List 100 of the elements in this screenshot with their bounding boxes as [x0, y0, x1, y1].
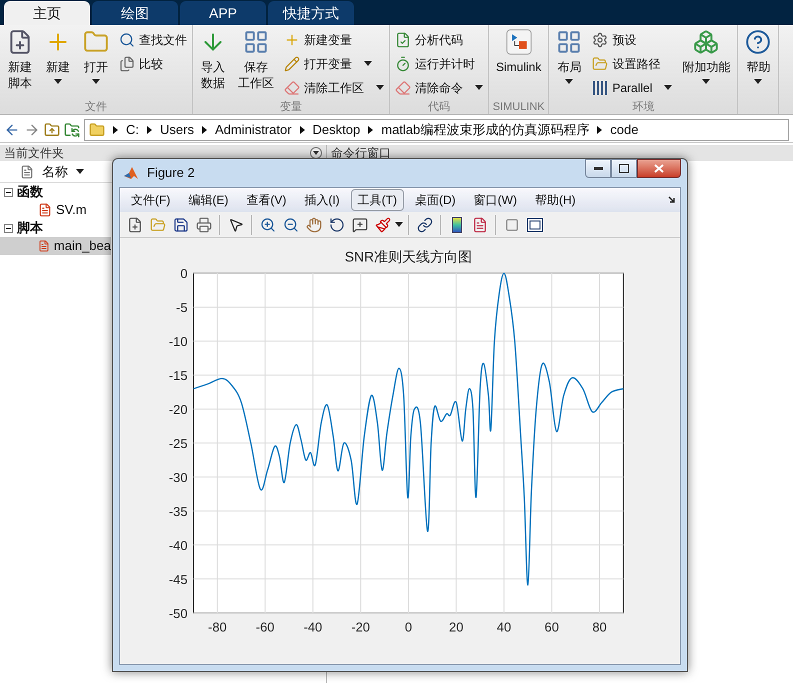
- folder-up-icon: [44, 122, 60, 138]
- menu-item[interactable]: 编辑(E): [181, 189, 236, 211]
- layout-grid-icon: [556, 29, 582, 55]
- column-title: 名称: [42, 162, 68, 181]
- ribbon-button[interactable]: 运行并计时: [392, 53, 486, 74]
- axis-tick-label: -40: [304, 620, 322, 635]
- ribbon-button[interactable]: 新建: [40, 29, 76, 100]
- menu-item[interactable]: 帮助(H): [528, 189, 583, 211]
- path-segment[interactable]: C:: [126, 120, 139, 140]
- group-label: 代码: [427, 100, 451, 114]
- ribbon-button[interactable]: Simulink: [491, 29, 546, 100]
- rotate-icon: [328, 216, 344, 232]
- zoom-out-icon: [282, 216, 298, 232]
- app-logo-icon: [123, 165, 139, 181]
- ribbon-button[interactable]: 布局: [551, 29, 588, 100]
- timer-icon: [395, 56, 411, 72]
- ribbon-button[interactable]: 预设: [589, 29, 676, 50]
- axis-tick-label: -10: [168, 334, 188, 350]
- axis-tick-label: 40: [496, 620, 512, 635]
- page-icon: [20, 164, 34, 178]
- hand-icon: [306, 216, 322, 232]
- block-diagram-icon: [506, 29, 532, 55]
- axis-tick-label: 0: [404, 620, 412, 635]
- axis-tick-label: -30: [168, 470, 188, 485]
- file-row[interactable]: main_bea: [0, 237, 111, 255]
- bars-icon: [592, 80, 608, 96]
- file-check-icon: [395, 32, 411, 48]
- axis-tick-label: -40: [168, 538, 188, 553]
- axis-tick-label: -20: [351, 620, 370, 635]
- file-name: SV.m: [56, 201, 87, 220]
- file-name: main_bea: [54, 237, 111, 256]
- axis-tick-label: 60: [544, 620, 559, 635]
- axis-tick-label: -5: [176, 300, 188, 316]
- caret-icon: [395, 222, 403, 227]
- file-icon: [38, 203, 52, 217]
- settings-icon: [592, 32, 608, 48]
- brush-icon: [374, 216, 390, 232]
- path-segment[interactable]: Desktop: [312, 120, 360, 140]
- tree-group-label[interactable]: 脚本: [17, 218, 43, 238]
- ribbon-button[interactable]: 帮助: [740, 29, 776, 100]
- chevron-right-icon: [368, 126, 374, 134]
- close-icon: [654, 164, 664, 173]
- ribbon-button[interactable]: 打开: [78, 29, 114, 100]
- ribbon-tab[interactable]: 快捷方式: [268, 1, 354, 25]
- ribbon-button[interactable]: 新建变量: [281, 29, 387, 50]
- group-label: 环境: [631, 100, 656, 114]
- ribbon-button[interactable]: 保存 工作区: [233, 29, 279, 100]
- ribbon-button[interactable]: 比较: [116, 53, 190, 74]
- eraser-icon: [395, 80, 411, 96]
- path-segment[interactable]: Administrator: [214, 120, 292, 140]
- menu-item[interactable]: 窗口(W): [466, 189, 524, 211]
- collapse-icon[interactable]: [4, 188, 13, 196]
- axis-tick-label: 0: [180, 266, 188, 282]
- up-folder-button[interactable]: [44, 122, 60, 138]
- window-title: Figure 2: [147, 164, 195, 182]
- save-icon: [172, 216, 188, 232]
- axis-tick-label: -25: [168, 436, 188, 451]
- folder-icon: [89, 122, 105, 138]
- ribbon-tab[interactable]: 主页: [4, 1, 90, 25]
- ribbon-button[interactable]: Parallel: [589, 77, 676, 98]
- close-button[interactable]: [637, 159, 681, 178]
- browse-button[interactable]: [64, 122, 80, 138]
- tree-group-label[interactable]: 函数: [17, 182, 43, 202]
- menu-item[interactable]: 查看(V): [239, 189, 294, 211]
- chevron-right-icon: [202, 126, 207, 134]
- back-button[interactable]: [4, 122, 20, 138]
- ribbon-button[interactable]: 设置路径: [589, 53, 676, 74]
- ribbon-button[interactable]: 导入 数据: [195, 29, 231, 100]
- minimize-button[interactable]: [585, 159, 611, 178]
- menu-item[interactable]: 桌面(D): [408, 189, 463, 211]
- ribbon-button[interactable]: 分析代码: [392, 29, 486, 50]
- collapse-icon[interactable]: [4, 224, 13, 232]
- ribbon-tab[interactable]: APP: [180, 1, 266, 25]
- axis-tick-label: 20: [449, 620, 464, 635]
- ribbon-button[interactable]: 新建 脚本: [2, 29, 38, 100]
- legend-icon: [472, 216, 488, 232]
- pages-icon: [119, 56, 135, 72]
- ribbon-button[interactable]: 清除工作区: [281, 77, 387, 98]
- axis-tick-label: -20: [168, 402, 188, 418]
- menu-item[interactable]: 插入(I): [297, 189, 347, 211]
- chevron-right-icon: [113, 126, 118, 134]
- ribbon-button[interactable]: 打开变量: [281, 53, 387, 74]
- folder-icon: [150, 216, 166, 232]
- axis-tick-label: -35: [168, 504, 188, 519]
- menu-item[interactable]: 文件(F): [124, 189, 178, 211]
- file-row[interactable]: SV.m: [0, 201, 111, 219]
- path-segment[interactable]: Users: [160, 120, 194, 140]
- forward-button[interactable]: [24, 122, 40, 138]
- help-icon: [745, 29, 772, 55]
- axis-tick-label: -15: [168, 368, 188, 384]
- menu-item[interactable]: 工具(T): [350, 189, 404, 211]
- ribbon-button[interactable]: 查找文件: [116, 29, 190, 50]
- cubes-icon: [693, 29, 720, 55]
- ribbon-button[interactable]: 附加功能: [677, 29, 736, 100]
- ribbon-button[interactable]: 清除命令: [392, 77, 486, 98]
- maximize-button[interactable]: [611, 159, 637, 178]
- ribbon-tab[interactable]: 绘图: [92, 1, 178, 25]
- axis-tick-label: 80: [592, 620, 607, 635]
- path-segment[interactable]: code: [610, 120, 638, 140]
- path-segment[interactable]: matlab编程波束形成的仿真源码程序: [381, 120, 590, 140]
